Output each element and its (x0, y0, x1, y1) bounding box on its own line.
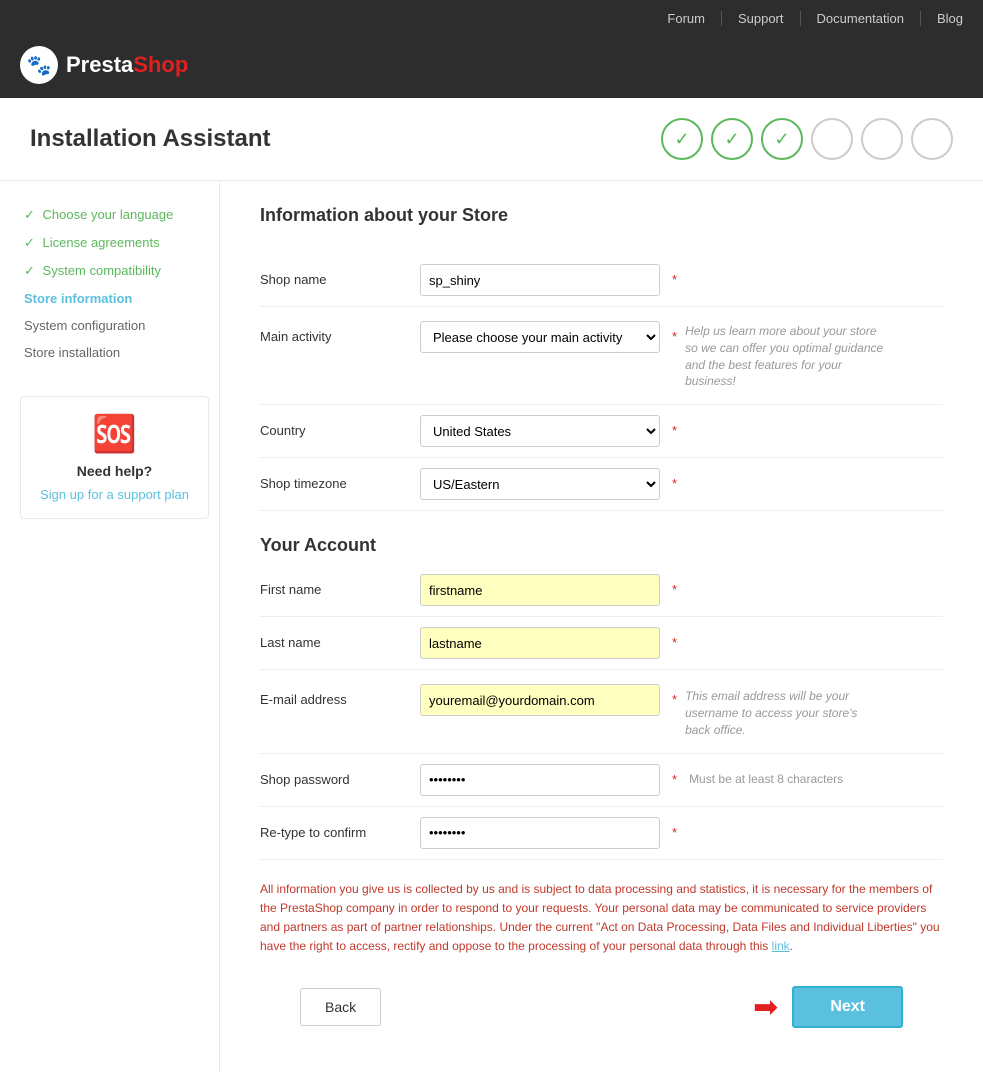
first-name-required: * (672, 582, 677, 597)
main-activity-required: * (672, 329, 677, 344)
email-help: This email address will be your username… (685, 688, 885, 738)
steps-container: ✓ ✓ ✓ (661, 118, 953, 160)
timezone-label: Shop timezone (260, 468, 420, 491)
shop-name-controls: * (420, 264, 943, 296)
sidebar-item-choose-language: ✓ Choose your language (20, 201, 209, 229)
shop-name-row: Shop name * (260, 254, 943, 307)
footer-buttons: Back ➡ Next (260, 966, 943, 1048)
last-name-input[interactable] (420, 627, 660, 659)
shop-name-required: * (672, 272, 677, 287)
sidebar-item-license: ✓ License agreements (20, 229, 209, 257)
help-icon: 🆘 (37, 413, 192, 455)
country-required: * (672, 423, 677, 438)
privacy-text: All information you give us is collected… (260, 880, 943, 957)
back-button[interactable]: Back (300, 988, 381, 1026)
nav-documentation-link[interactable]: Documentation (800, 11, 904, 26)
retype-input[interactable] (420, 817, 660, 849)
logo: 🐾 PrestaShop (20, 46, 188, 84)
country-controls: United States * (420, 415, 943, 447)
email-input[interactable] (420, 684, 660, 716)
next-arrow-icon: ➡ (753, 990, 778, 1025)
last-name-required: * (672, 635, 677, 650)
nav-support-link[interactable]: Support (721, 11, 784, 26)
store-section-title: Information about your Store (260, 205, 943, 234)
country-label: Country (260, 415, 420, 438)
retype-label: Re-type to confirm (260, 817, 420, 840)
help-link[interactable]: Sign up for a support plan (40, 487, 189, 502)
step-6 (911, 118, 953, 160)
sidebar-item-store-installation: Store installation (20, 339, 209, 366)
check-icon-2: ✓ (24, 235, 35, 250)
timezone-controls: US/Eastern * (420, 468, 943, 500)
main-activity-label: Main activity (260, 321, 420, 344)
help-box: 🆘 Need help? Sign up for a support plan (20, 396, 209, 519)
logo-presta-text: Presta (66, 52, 133, 78)
password-input[interactable] (420, 764, 660, 796)
check-icon-3: ✓ (24, 263, 35, 278)
logo-icon: 🐾 (20, 46, 58, 84)
last-name-row: Last name * (260, 617, 943, 670)
first-name-row: First name * (260, 564, 943, 617)
main-container: Installation Assistant ✓ ✓ ✓ ✓ Choose yo… (0, 98, 983, 1072)
retype-required: * (672, 825, 677, 840)
step-2: ✓ (711, 118, 753, 160)
step-4 (811, 118, 853, 160)
retype-controls: * (420, 817, 943, 849)
account-section-title: Your Account (260, 535, 943, 556)
installation-header: Installation Assistant ✓ ✓ ✓ (0, 98, 983, 181)
logo-shop-text: Shop (133, 52, 188, 78)
next-button-wrap: ➡ Next (753, 986, 903, 1028)
form-area: Information about your Store Shop name *… (220, 181, 983, 1072)
email-controls: * This email address will be your userna… (420, 684, 943, 738)
sidebar: ✓ Choose your language ✓ License agreeme… (0, 181, 220, 1072)
password-hint: Must be at least 8 characters (689, 772, 843, 786)
country-select[interactable]: United States (420, 415, 660, 447)
email-required: * (672, 692, 677, 707)
header-bar: 🐾 PrestaShop (0, 36, 983, 98)
password-row: Shop password * Must be at least 8 chara… (260, 754, 943, 807)
shop-name-input[interactable] (420, 264, 660, 296)
check-icon-1: ✓ (24, 207, 35, 222)
password-controls: * Must be at least 8 characters (420, 764, 943, 796)
email-label: E-mail address (260, 684, 420, 707)
sidebar-item-system-configuration: System configuration (20, 312, 209, 339)
main-activity-help: Help us learn more about your store so w… (685, 323, 885, 390)
top-navigation: Forum Support Documentation Blog (0, 0, 983, 36)
installation-title: Installation Assistant (30, 125, 271, 153)
content-area: ✓ Choose your language ✓ License agreeme… (0, 181, 983, 1072)
last-name-controls: * (420, 627, 943, 659)
step-1: ✓ (661, 118, 703, 160)
nav-forum-link[interactable]: Forum (651, 11, 705, 26)
sidebar-item-system-compatibility: ✓ System compatibility (20, 257, 209, 285)
main-activity-controls: Please choose your main activity * Help … (420, 321, 943, 390)
country-row: Country United States * (260, 405, 943, 458)
next-button[interactable]: Next (792, 986, 903, 1028)
last-name-label: Last name (260, 627, 420, 650)
timezone-row: Shop timezone US/Eastern * (260, 458, 943, 511)
password-required: * (672, 772, 677, 787)
first-name-controls: * (420, 574, 943, 606)
sidebar-item-store-information[interactable]: Store information (20, 285, 209, 312)
privacy-link[interactable]: link (772, 939, 790, 953)
retype-row: Re-type to confirm * (260, 807, 943, 860)
main-activity-select[interactable]: Please choose your main activity (420, 321, 660, 353)
timezone-select[interactable]: US/Eastern (420, 468, 660, 500)
shop-name-label: Shop name (260, 264, 420, 287)
first-name-input[interactable] (420, 574, 660, 606)
main-activity-row: Main activity Please choose your main ac… (260, 307, 943, 405)
nav-blog-link[interactable]: Blog (920, 11, 963, 26)
help-title: Need help? (37, 463, 192, 479)
step-3: ✓ (761, 118, 803, 160)
first-name-label: First name (260, 574, 420, 597)
password-label: Shop password (260, 764, 420, 787)
timezone-required: * (672, 476, 677, 491)
step-5 (861, 118, 903, 160)
email-row: E-mail address * This email address will… (260, 670, 943, 753)
